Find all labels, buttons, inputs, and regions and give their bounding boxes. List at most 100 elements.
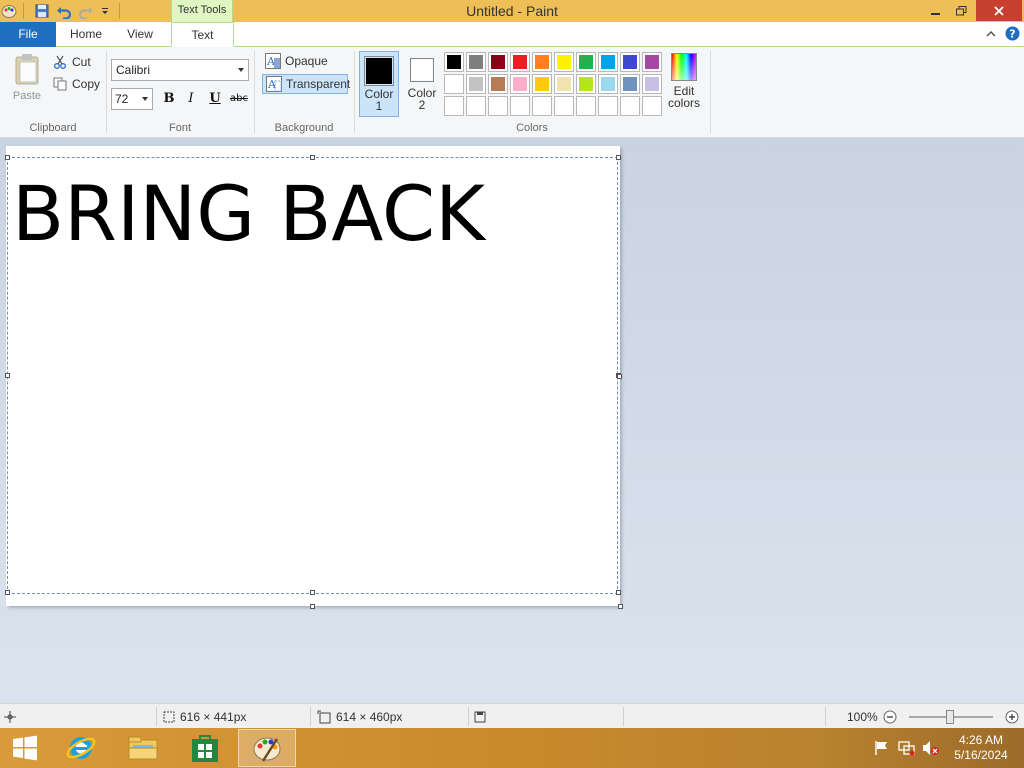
palette-swatch[interactable] xyxy=(620,52,640,72)
palette-swatch[interactable] xyxy=(532,74,552,94)
selection-handle[interactable] xyxy=(616,155,621,160)
help-icon[interactable]: ? xyxy=(1005,26,1020,41)
zoom-slider-thumb[interactable] xyxy=(946,710,954,724)
palette-swatch[interactable] xyxy=(510,74,530,94)
volume-muted-icon[interactable] xyxy=(922,740,940,756)
transparent-icon: A xyxy=(266,76,282,92)
restore-button[interactable] xyxy=(944,0,978,21)
color1-button[interactable]: Color 1 xyxy=(359,51,399,117)
edit-colors-button[interactable]: Edit colors xyxy=(665,53,703,119)
zoom-out-button[interactable] xyxy=(883,704,897,729)
palette-swatch[interactable] xyxy=(466,74,486,94)
customize-qat-icon[interactable] xyxy=(100,3,110,19)
colors-group-label: Colors xyxy=(516,122,548,134)
palette-swatch[interactable] xyxy=(642,74,662,94)
font-size-select[interactable]: 72 xyxy=(111,88,153,110)
palette-swatch[interactable] xyxy=(576,74,596,94)
color2-button[interactable]: Color 2 xyxy=(402,51,442,117)
canvas-resize-handle[interactable] xyxy=(617,374,622,379)
windows-logo-icon xyxy=(13,735,37,761)
taskbar-file-explorer[interactable] xyxy=(114,729,172,767)
cut-button[interactable]: Cut xyxy=(52,52,91,72)
strikethrough-button[interactable]: abc xyxy=(228,90,250,108)
font-group-label: Font xyxy=(168,122,191,134)
selection-size-icon xyxy=(162,704,176,729)
copy-button[interactable]: Copy xyxy=(52,74,100,94)
palette-swatch-fill xyxy=(513,99,527,113)
palette-swatch[interactable] xyxy=(510,52,530,72)
palette-swatch[interactable] xyxy=(488,74,508,94)
start-button[interactable] xyxy=(0,729,50,767)
background-group-label: Background xyxy=(274,122,334,134)
group-divider xyxy=(106,51,107,133)
palette-swatch[interactable] xyxy=(642,96,662,116)
tab-view[interactable]: View xyxy=(113,22,167,47)
selection-handle[interactable] xyxy=(616,590,621,595)
chevron-down-icon xyxy=(238,68,244,72)
palette-swatch-fill xyxy=(535,55,549,69)
selection-handle[interactable] xyxy=(5,590,10,595)
action-center-flag-icon[interactable] xyxy=(874,740,890,756)
palette-swatch[interactable] xyxy=(598,96,618,116)
drawing-canvas[interactable]: BRING BACK xyxy=(5,146,621,606)
palette-swatch[interactable] xyxy=(532,96,552,116)
palette-swatch[interactable] xyxy=(466,96,486,116)
taskbar-store[interactable] xyxy=(176,729,234,767)
bold-button[interactable]: B xyxy=(159,90,179,108)
canvas-workspace[interactable]: BRING BACK xyxy=(0,138,1024,703)
palette-swatch[interactable] xyxy=(444,52,464,72)
palette-swatch[interactable] xyxy=(642,52,662,72)
palette-swatch[interactable] xyxy=(598,74,618,94)
palette-swatch-fill xyxy=(447,55,461,69)
palette-swatch[interactable] xyxy=(488,96,508,116)
group-divider xyxy=(710,51,711,133)
taskbar-paint[interactable] xyxy=(238,729,296,767)
underline-button[interactable]: U xyxy=(205,90,225,108)
network-icon[interactable] xyxy=(898,740,916,756)
text-selection-box[interactable] xyxy=(7,157,618,594)
palette-swatch[interactable] xyxy=(576,96,596,116)
palette-swatch[interactable] xyxy=(466,52,486,72)
tab-home[interactable]: Home xyxy=(60,22,112,47)
zoom-in-icon xyxy=(1005,710,1019,723)
italic-button[interactable]: I xyxy=(181,90,201,108)
palette-swatch[interactable] xyxy=(444,74,464,94)
ribbon-panel: Paste Cut Copy Clipboard Calibri 72 B I … xyxy=(0,47,1024,138)
folder-icon xyxy=(128,736,158,760)
tab-text[interactable]: Text xyxy=(171,22,234,47)
palette-swatch[interactable] xyxy=(620,74,640,94)
palette-swatch[interactable] xyxy=(488,52,508,72)
tab-file[interactable]: File xyxy=(0,22,56,47)
chevron-down-icon xyxy=(142,97,148,101)
font-family-select[interactable]: Calibri xyxy=(111,59,249,81)
canvas-resize-handle[interactable] xyxy=(310,604,315,609)
redo-icon[interactable] xyxy=(78,3,94,20)
taskbar-clock[interactable]: 4:26 AM 5/16/2024 xyxy=(946,733,1016,763)
selection-handle[interactable] xyxy=(310,590,315,595)
transparent-button[interactable]: A Transparent xyxy=(262,74,350,94)
palette-swatch[interactable] xyxy=(554,96,574,116)
canvas-resize-handle[interactable] xyxy=(618,604,623,609)
zoom-in-button[interactable] xyxy=(1005,704,1019,729)
palette-swatch[interactable] xyxy=(554,52,574,72)
palette-swatch[interactable] xyxy=(576,52,596,72)
font-family-value: Calibri xyxy=(116,63,151,77)
selection-handle[interactable] xyxy=(5,155,10,160)
minimize-ribbon-icon[interactable] xyxy=(985,28,997,40)
zoom-level: 100% xyxy=(847,709,878,724)
opaque-button[interactable]: A Opaque xyxy=(262,51,331,71)
palette-swatch[interactable] xyxy=(620,96,640,116)
paste-button[interactable]: Paste xyxy=(8,53,46,109)
palette-swatch[interactable] xyxy=(444,96,464,116)
palette-swatch[interactable] xyxy=(532,52,552,72)
save-icon[interactable] xyxy=(34,3,50,19)
palette-swatch[interactable] xyxy=(598,52,618,72)
selection-handle[interactable] xyxy=(5,373,10,378)
paint-app-icon[interactable] xyxy=(1,3,17,19)
palette-swatch[interactable] xyxy=(510,96,530,116)
selection-handle[interactable] xyxy=(310,155,315,160)
palette-swatch[interactable] xyxy=(554,74,574,94)
taskbar-internet-explorer[interactable] xyxy=(52,729,110,767)
undo-icon[interactable] xyxy=(56,3,72,20)
close-button[interactable] xyxy=(976,0,1022,21)
